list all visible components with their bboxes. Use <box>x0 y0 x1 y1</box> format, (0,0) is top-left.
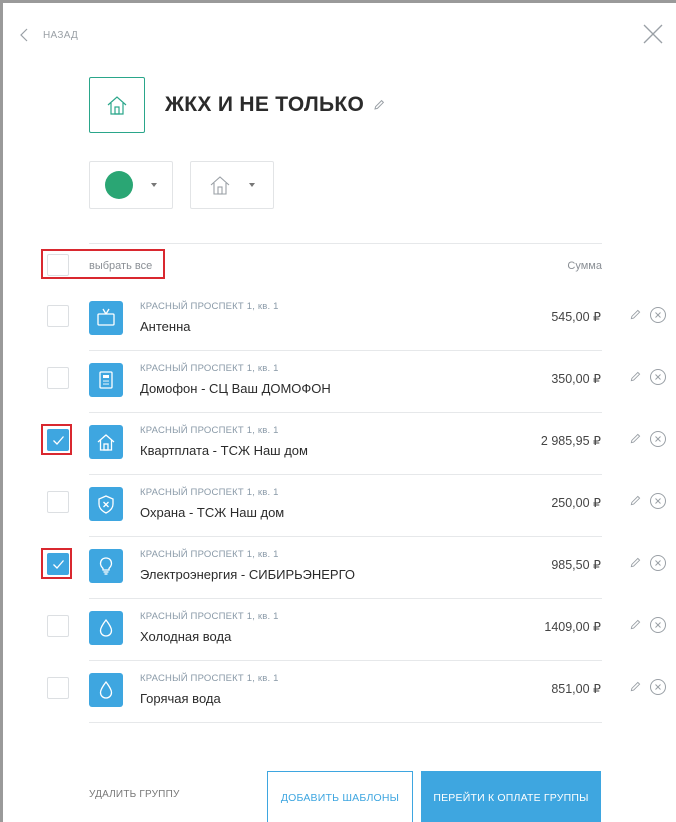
house-icon <box>97 434 115 451</box>
row-amount: 2 985,95 ₽ <box>540 434 601 448</box>
pencil-icon[interactable] <box>629 556 642 569</box>
select-all-label[interactable]: выбрать все <box>89 260 152 272</box>
table-row[interactable]: КРАСНЫЙ ПРОСПЕКТ 1, кв. 1 Горячая вода 851… <box>3 661 676 723</box>
service-icon <box>89 611 123 645</box>
row-service-name: Антенна <box>140 319 191 334</box>
row-service-name: Домофон - СЦ Ваш ДОМОФОН <box>140 381 331 396</box>
pencil-icon[interactable] <box>629 370 642 383</box>
house-icon <box>210 176 230 195</box>
intercom-icon <box>99 371 113 389</box>
service-icon <box>89 549 123 583</box>
row-address: КРАСНЫЙ ПРОСПЕКТ 1, кв. 1 <box>140 425 279 436</box>
modal-window: НАЗАД ЖКХ И НЕ ТОЛЬКО выбрать все Сумма … <box>0 0 676 822</box>
templates-list: выбрать все Сумма КРАСНЫЙ ПРОСПЕКТ 1, кв… <box>3 243 676 723</box>
row-amount: 985,50 ₽ <box>551 558 601 572</box>
remove-icon[interactable] <box>649 430 667 448</box>
caret-down-icon <box>151 183 157 187</box>
row-amount: 545,00 ₽ <box>551 310 601 324</box>
water-drop-icon <box>99 618 113 637</box>
add-templates-button[interactable]: ДОБАВИТЬ ШАБЛОНЫ <box>267 771 413 822</box>
service-icon <box>89 363 123 397</box>
table-row[interactable]: КРАСНЫЙ ПРОСПЕКТ 1, кв. 1 Квартплата - ТС… <box>3 413 676 475</box>
service-icon <box>89 425 123 459</box>
service-icon <box>89 301 123 335</box>
pencil-icon[interactable] <box>629 494 642 507</box>
divider <box>89 722 602 723</box>
service-icon <box>89 487 123 521</box>
row-service-name: Охрана - ТСЖ Наш дом <box>140 505 285 520</box>
row-amount: 851,00 ₽ <box>551 682 601 696</box>
table-row[interactable]: КРАСНЫЙ ПРОСПЕКТ 1, кв. 1 Электроэнергия … <box>3 537 676 599</box>
pencil-icon[interactable] <box>629 432 642 445</box>
remove-icon[interactable] <box>649 616 667 634</box>
service-icon <box>89 673 123 707</box>
pencil-icon[interactable] <box>629 618 642 631</box>
remove-icon[interactable] <box>649 554 667 572</box>
remove-icon[interactable] <box>649 306 667 324</box>
row-amount: 1409,00 ₽ <box>544 620 601 634</box>
pay-group-button[interactable]: ПЕРЕЙТИ К ОПЛАТЕ ГРУППЫ <box>421 771 601 822</box>
row-amount: 250,00 ₽ <box>551 496 601 510</box>
row-service-name: Электроэнергия - СИБИРЬЭНЕРГО <box>140 567 356 582</box>
icon-select[interactable] <box>190 161 274 209</box>
house-icon <box>107 96 127 115</box>
back-label: НАЗАД <box>43 29 79 41</box>
table-row[interactable]: КРАСНЫЙ ПРОСПЕКТ 1, кв. 1 Домофон - СЦ Ва… <box>3 351 676 413</box>
row-address: КРАСНЫЙ ПРОСПЕКТ 1, кв. 1 <box>140 363 279 374</box>
table-row[interactable]: КРАСНЫЙ ПРОСПЕКТ 1, кв. 1 Антенна 545,00 ₽ <box>3 289 676 351</box>
lightbulb-icon <box>99 557 113 575</box>
row-checkbox[interactable] <box>47 677 69 699</box>
row-checkbox[interactable] <box>47 615 69 637</box>
pencil-icon[interactable] <box>629 680 642 693</box>
row-amount: 350,00 ₽ <box>551 372 601 386</box>
row-checkbox[interactable] <box>47 305 69 327</box>
list-header: выбрать все Сумма <box>3 243 676 289</box>
pencil-icon[interactable] <box>629 308 642 321</box>
row-service-name: Квартплата - ТСЖ Наш дом <box>140 443 308 458</box>
water-drop-icon <box>99 680 113 699</box>
row-checkbox[interactable] <box>47 429 69 451</box>
group-icon-box <box>89 77 145 133</box>
sum-column-header: Сумма <box>567 260 602 272</box>
divider <box>89 243 602 244</box>
row-checkbox[interactable] <box>47 367 69 389</box>
row-service-name: Холодная вода <box>140 629 232 644</box>
select-all-checkbox[interactable] <box>47 254 69 276</box>
chevron-left-icon <box>20 28 28 42</box>
remove-icon[interactable] <box>649 678 667 696</box>
row-address: КРАСНЫЙ ПРОСПЕКТ 1, кв. 1 <box>140 549 279 560</box>
group-title: ЖКХ И НЕ ТОЛЬКО <box>165 93 365 116</box>
shield-icon <box>98 495 114 514</box>
row-checkbox[interactable] <box>47 491 69 513</box>
row-address: КРАСНЫЙ ПРОСПЕКТ 1, кв. 1 <box>140 673 279 684</box>
back-link[interactable]: НАЗАД <box>17 23 78 47</box>
table-row[interactable]: КРАСНЫЙ ПРОСПЕКТ 1, кв. 1 Холодная вода 14… <box>3 599 676 661</box>
row-address: КРАСНЫЙ ПРОСПЕКТ 1, кв. 1 <box>140 487 279 498</box>
footer: УДАЛИТЬ ГРУППУ ДОБАВИТЬ ШАБЛОНЫ ПЕРЕЙТИ … <box>3 767 676 822</box>
color-swatch <box>105 171 133 199</box>
row-service-name: Горячая вода <box>140 691 221 706</box>
remove-icon[interactable] <box>649 368 667 386</box>
checkmark-icon <box>53 560 64 569</box>
pencil-icon[interactable] <box>372 98 386 112</box>
row-checkbox[interactable] <box>47 553 69 575</box>
close-icon[interactable] <box>640 21 666 47</box>
row-address: КРАСНЫЙ ПРОСПЕКТ 1, кв. 1 <box>140 611 279 622</box>
rows-container: КРАСНЫЙ ПРОСПЕКТ 1, кв. 1 Антенна 545,00 ₽… <box>3 289 676 723</box>
delete-group-link[interactable]: УДАЛИТЬ ГРУППУ <box>89 789 180 800</box>
table-row[interactable]: КРАСНЫЙ ПРОСПЕКТ 1, кв. 1 Охрана - ТСЖ На… <box>3 475 676 537</box>
caret-down-icon <box>249 183 255 187</box>
remove-icon[interactable] <box>649 492 667 510</box>
tv-icon <box>97 308 115 326</box>
group-settings <box>89 161 274 209</box>
checkmark-icon <box>53 436 64 445</box>
group-header: ЖКХ И НЕ ТОЛЬКО <box>89 77 386 133</box>
row-address: КРАСНЫЙ ПРОСПЕКТ 1, кв. 1 <box>140 301 279 312</box>
color-select[interactable] <box>89 161 173 209</box>
